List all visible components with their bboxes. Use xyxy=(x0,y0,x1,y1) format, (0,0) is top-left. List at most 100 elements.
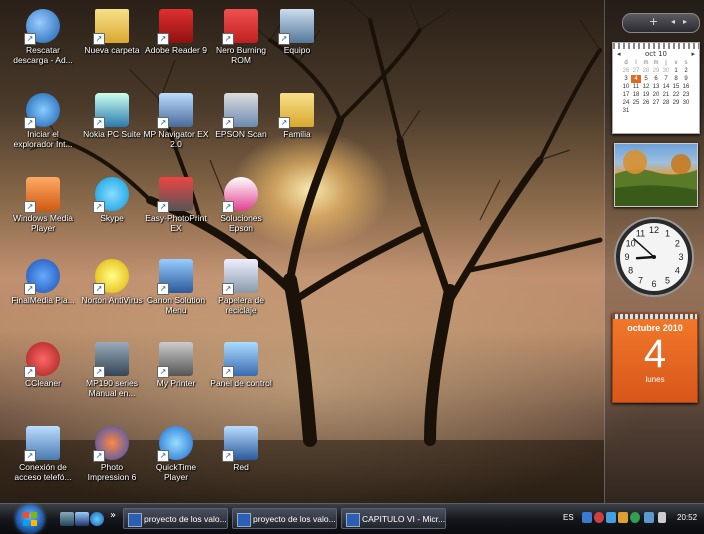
desktop-icon[interactable]: ↗ Red xyxy=(208,424,274,504)
desktop-icon[interactable]: ↗ MP190 series Manual en... xyxy=(79,340,145,420)
switch-windows-icon[interactable] xyxy=(75,512,89,526)
photo-impression-icon: ↗ xyxy=(93,426,129,462)
calendar-day[interactable] xyxy=(631,107,641,115)
network-tray-icon[interactable] xyxy=(644,512,654,523)
desktop-icon[interactable]: ↗ Equipo xyxy=(264,7,330,87)
desktop-icon[interactable]: ↗ Rescatar descarga - Ad... xyxy=(10,7,76,87)
antivirus-tray-icon[interactable] xyxy=(594,512,604,523)
calendar-day[interactable]: 6 xyxy=(651,75,661,83)
tray-expand-icon[interactable] xyxy=(582,512,592,523)
desktop-icon[interactable]: ↗ Iniciar el explorador Int... xyxy=(10,91,76,171)
desktop-icon[interactable]: ↗ Photo Impression 6 xyxy=(79,424,145,504)
update-tray-icon[interactable] xyxy=(618,512,628,523)
desktop-icon[interactable]: ↗ Nokia PC Suite xyxy=(79,91,145,171)
security-tray-icon[interactable] xyxy=(630,512,640,523)
calendar-day[interactable] xyxy=(661,107,671,115)
mp-navigator-icon: ↗ xyxy=(157,93,193,129)
calendar-day[interactable]: 26 xyxy=(641,99,651,107)
calendar-day[interactable]: 20 xyxy=(651,91,661,99)
calendar-day[interactable]: 10 xyxy=(621,83,631,91)
calendar-day[interactable]: 28 xyxy=(661,99,671,107)
calendar-day[interactable] xyxy=(651,107,661,115)
calendar-day[interactable]: 23 xyxy=(681,91,691,99)
calendar-day[interactable]: 12 xyxy=(641,83,651,91)
calendar-day[interactable]: 3 xyxy=(621,75,631,83)
desktop-icon[interactable]: ↗ Panel de control xyxy=(208,340,274,420)
calendar-day[interactable]: 17 xyxy=(621,91,631,99)
calendar-day[interactable]: 24 xyxy=(621,99,631,107)
quick-launch-more[interactable]: » xyxy=(110,510,116,521)
calendar-day[interactable]: 5 xyxy=(641,75,651,83)
calendar-day[interactable]: 8 xyxy=(671,75,681,83)
desktop-icon[interactable]: ↗ Adobe Reader 9 xyxy=(143,7,209,87)
clock-time[interactable]: 20:52 xyxy=(677,513,697,522)
calendar-day[interactable]: 11 xyxy=(631,83,641,91)
calendar-next-icon[interactable]: ▸ xyxy=(691,49,695,59)
calendar-day[interactable]: 30 xyxy=(661,67,671,75)
sidebar-controls[interactable]: + ◂ ▸ xyxy=(622,13,700,33)
calendar-day[interactable]: 9 xyxy=(681,75,691,83)
date-gadget[interactable]: octubre 2010 4 lunes xyxy=(612,313,698,403)
calendar-day[interactable] xyxy=(671,107,681,115)
calendar-day[interactable]: 30 xyxy=(681,99,691,107)
slideshow-gadget[interactable] xyxy=(614,143,698,207)
desktop-icon[interactable]: ↗ Windows Media Player xyxy=(10,175,76,255)
calendar-day[interactable]: 15 xyxy=(671,83,681,91)
network-icon: ↗ xyxy=(222,426,258,462)
desktop-icon[interactable]: ↗ Norton AntiVirus xyxy=(79,257,145,337)
calendar-day[interactable]: 28 xyxy=(641,67,651,75)
desktop[interactable]: ↗ Rescatar descarga - Ad... ↗ Nueva carpeta… xyxy=(0,0,704,533)
calendar-day[interactable]: 18 xyxy=(631,91,641,99)
desktop-icon[interactable]: ↗ Soluciones Epson xyxy=(208,175,274,255)
language-indicator[interactable]: ES xyxy=(563,513,574,522)
calendar-day[interactable]: 16 xyxy=(681,83,691,91)
internet-explorer-icon[interactable] xyxy=(90,512,104,526)
calendar-day[interactable]: 7 xyxy=(661,75,671,83)
desktop-icon[interactable]: ↗ Conexión de acceso telefó... xyxy=(10,424,76,504)
calendar-day[interactable]: 2 xyxy=(681,67,691,75)
add-gadget-icon[interactable]: + xyxy=(649,15,658,29)
calendar-day[interactable]: 14 xyxy=(661,83,671,91)
calendar-day[interactable]: 31 xyxy=(621,107,631,115)
desktop-icon[interactable]: ↗ Familia xyxy=(264,91,330,171)
calendar-day[interactable]: 27 xyxy=(631,67,641,75)
taskbar-button[interactable]: proyecto de los valo... xyxy=(123,508,228,529)
calendar-day[interactable]: 21 xyxy=(661,91,671,99)
show-desktop-icon[interactable] xyxy=(60,512,74,526)
calendar-day[interactable]: 29 xyxy=(651,67,661,75)
start-button[interactable] xyxy=(16,505,44,533)
desktop-icon[interactable]: ↗ QuickTime Player xyxy=(143,424,209,504)
taskbar-button[interactable]: proyecto de los valo... xyxy=(232,508,337,529)
desktop-icon-label: Skype xyxy=(100,213,124,223)
calendar-day[interactable] xyxy=(681,107,691,115)
calendar-day[interactable]: 13 xyxy=(651,83,661,91)
previous-icon[interactable]: ◂ xyxy=(671,15,675,29)
desktop-icon[interactable]: ↗ Papelera de reciclaje xyxy=(208,257,274,337)
calendar-day[interactable]: 4 xyxy=(631,75,641,83)
taskbar-button[interactable]: CAPITULO VI - Micr... xyxy=(341,508,446,529)
calendar-day[interactable]: 19 xyxy=(641,91,651,99)
volume-tray-icon[interactable] xyxy=(658,512,666,523)
calendar-day[interactable]: 22 xyxy=(671,91,681,99)
calendar-day[interactable]: 25 xyxy=(631,99,641,107)
desktop-icon[interactable]: ↗ MP Navigator EX 2.0 xyxy=(143,91,209,171)
desktop-icon[interactable]: ↗ FinalMedia Pla... xyxy=(10,257,76,337)
skype-tray-icon[interactable] xyxy=(606,512,616,523)
calendar-prev-icon[interactable]: ◂ xyxy=(617,49,621,59)
next-icon[interactable]: ▸ xyxy=(683,15,687,29)
desktop-icon[interactable]: ↗ Nueva carpeta xyxy=(79,7,145,87)
desktop-icon[interactable]: ↗ Skype xyxy=(79,175,145,255)
desktop-icon[interactable]: ↗ Canon Solution Menu xyxy=(143,257,209,337)
calendar-day[interactable]: 1 xyxy=(671,67,681,75)
desktop-icon[interactable]: ↗ CCleaner xyxy=(10,340,76,420)
calendar-day[interactable]: 27 xyxy=(651,99,661,107)
desktop-icon[interactable]: ↗ Easy-PhotoPrint EX xyxy=(143,175,209,255)
calendar-day[interactable]: 26 xyxy=(621,67,631,75)
calendar-day[interactable]: 29 xyxy=(671,99,681,107)
calendar-gadget[interactable]: ◂ oct 10 ▸ d l m m j v s 26 27 28 29 30 1 2 3 4 5 6 7 8 9 10 1… xyxy=(612,42,700,134)
clock-gadget[interactable]: 12 1234567891011 xyxy=(613,216,695,298)
calendar-day[interactable] xyxy=(641,107,651,115)
word-document-icon xyxy=(346,513,360,527)
desktop-icon[interactable]: ↗ My Printer xyxy=(143,340,209,420)
calendar-month-label: oct 10 xyxy=(644,50,667,58)
